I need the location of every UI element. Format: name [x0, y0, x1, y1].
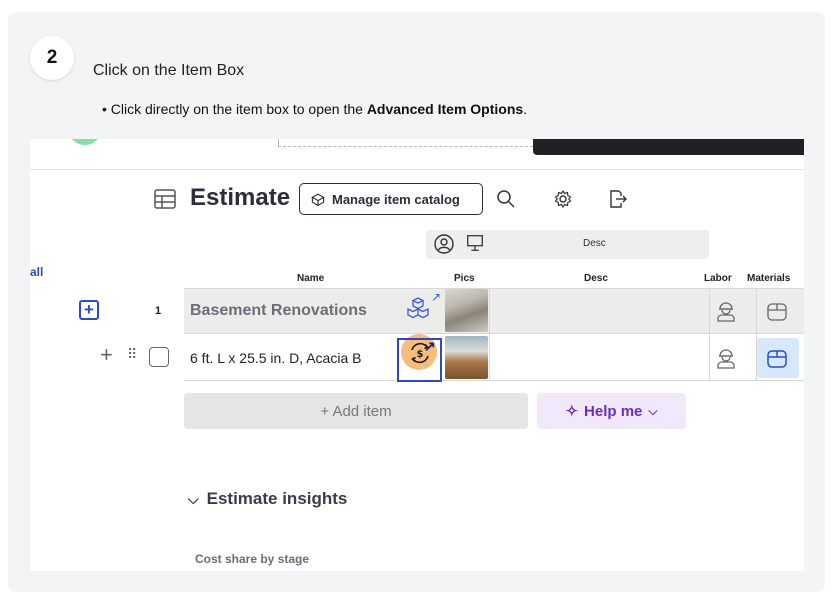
materials-box-icon[interactable] [765, 346, 789, 370]
gear-icon[interactable] [553, 189, 573, 209]
search-icon[interactable] [496, 189, 516, 209]
step-desc-end: . [523, 101, 528, 117]
expand-all-label: all [30, 265, 44, 279]
add-item-button[interactable]: + Add item [184, 393, 528, 429]
step-desc-text: • Click directly on the item box to open… [102, 101, 367, 117]
group-photo[interactable] [445, 289, 488, 332]
step-desc-bold: Advanced Item Options [366, 101, 524, 117]
worker-icon[interactable] [714, 346, 738, 370]
avatar[interactable] [68, 139, 102, 145]
cell-divider [709, 288, 710, 381]
cell-divider [489, 288, 490, 381]
column-header-labor[interactable]: Labor [704, 273, 732, 284]
item-name[interactable]: 6 ft. L x 25.5 in. D, Acacia B [190, 350, 361, 366]
column-header-desc[interactable]: Desc [584, 273, 608, 284]
group-number: 1 [155, 305, 162, 317]
group-name[interactable]: Basement Renovations [190, 302, 367, 320]
cost-share-label: Cost share by stage [195, 552, 310, 566]
column-header-pics[interactable]: Pics [454, 273, 475, 284]
row-checkbox[interactable] [149, 347, 169, 367]
materials-box-icon[interactable] [765, 299, 789, 323]
export-icon[interactable] [607, 189, 627, 209]
chevron-down-icon: ⌵ [648, 403, 658, 418]
catalog-icon [311, 193, 325, 207]
step-title: Click on the Item Box [93, 62, 245, 79]
header-action-bar[interactable] [533, 139, 804, 155]
table-icon [154, 189, 176, 209]
drag-handle-icon[interactable]: ⠿ [127, 346, 137, 363]
filter-desc-label[interactable]: Desc [583, 238, 606, 249]
divider [30, 169, 804, 170]
add-row-icon[interactable]: + [100, 342, 113, 368]
presentation-icon[interactable] [465, 233, 485, 253]
item-photo[interactable] [445, 336, 488, 379]
app-screenshot: Estimate Manage item catalog Desc + all [30, 139, 804, 571]
insights-title: Estimate insights [206, 489, 348, 508]
sparkle-icon: ✧ [565, 403, 579, 420]
item-box-highlight[interactable] [397, 338, 442, 382]
boxes-icon[interactable] [406, 296, 430, 320]
add-group-button[interactable]: + [79, 300, 99, 320]
insights-toggle[interactable]: ⌵ Estimate insights [188, 489, 347, 509]
project-name-input[interactable] [278, 139, 538, 147]
help-me-label: Help me [584, 402, 643, 420]
step-number-badge: 2 [30, 36, 74, 80]
catalog-button-label: Manage item catalog [332, 191, 460, 207]
column-header-name[interactable]: Name [297, 273, 324, 284]
person-icon[interactable] [433, 233, 455, 255]
expand-all-toggle[interactable]: + all [30, 265, 43, 279]
worker-icon[interactable] [714, 299, 738, 323]
page-title: Estimate [190, 184, 291, 211]
column-header-materials[interactable]: Materials [747, 273, 790, 284]
help-me-button[interactable]: ✧ Help me ⌵ [537, 393, 686, 429]
open-arrow-icon[interactable]: ↗ [431, 290, 441, 304]
step-description: • Click directly on the item box to open… [102, 101, 527, 117]
chevron-down-icon: ⌵ [188, 490, 199, 507]
manage-catalog-button[interactable]: Manage item catalog [299, 183, 483, 215]
